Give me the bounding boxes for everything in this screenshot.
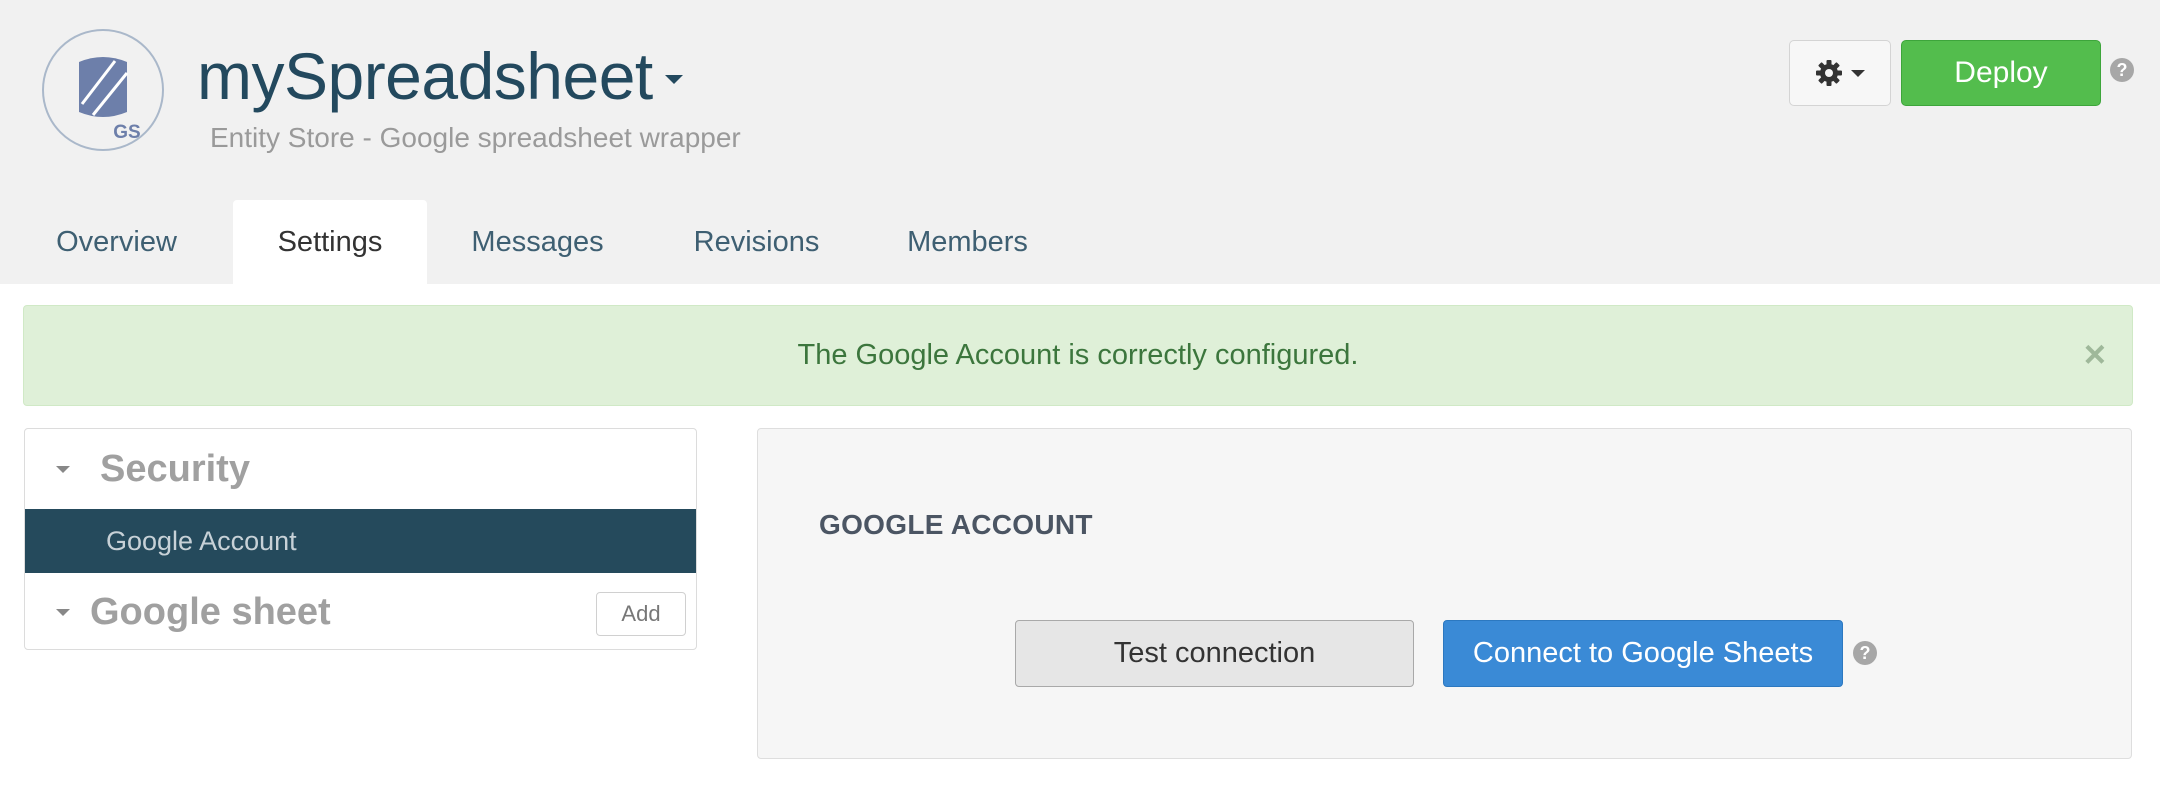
google-sheet-section-title: Google sheet — [90, 590, 331, 633]
tab-messages[interactable]: Messages — [427, 200, 648, 284]
caret-down-icon — [1851, 69, 1865, 77]
caret-down-icon — [664, 74, 683, 84]
sidebar-item-google-account[interactable]: Google Account — [25, 509, 696, 573]
settings-sidebar: Security Google Account Google sheet Add — [24, 428, 697, 650]
tab-settings[interactable]: Settings — [233, 200, 427, 284]
database-icon: GS — [42, 29, 164, 151]
tab-bar: Overview Settings Messages Revisions Mem… — [0, 200, 1070, 284]
logo-text: GS — [113, 122, 140, 143]
sidebar-item-label: Google Account — [106, 525, 297, 556]
caret-down-icon — [56, 608, 70, 616]
security-section-title: Security — [100, 447, 250, 490]
deploy-button[interactable]: Deploy — [1901, 40, 2101, 106]
tab-overview[interactable]: Overview — [0, 200, 233, 284]
app-title-dropdown[interactable]: mySpreadsheet — [197, 36, 683, 116]
tab-members[interactable]: Members — [865, 200, 1070, 284]
close-icon[interactable]: × — [2084, 336, 2106, 374]
tab-revisions[interactable]: Revisions — [648, 200, 865, 284]
app-subtitle: Entity Store - Google spreadsheet wrappe… — [210, 122, 741, 153]
help-icon[interactable]: ? — [1853, 641, 1877, 665]
alert-message: The Google Account is correctly configur… — [797, 339, 1359, 371]
caret-down-icon — [56, 465, 70, 473]
connect-google-sheets-button[interactable]: Connect to Google Sheets — [1443, 620, 1843, 687]
app-header: GS mySpreadsheet Entity Store - Google s… — [0, 0, 2160, 284]
panel-title: GOOGLE ACCOUNT — [819, 509, 1093, 540]
app-title: mySpreadsheet — [197, 39, 653, 113]
success-alert: The Google Account is correctly configur… — [23, 305, 2133, 406]
security-section-header[interactable]: Security — [25, 429, 696, 509]
gear-icon — [1816, 60, 1842, 86]
google-account-panel: GOOGLE ACCOUNT Test connection Connect t… — [757, 428, 2132, 759]
help-icon[interactable]: ? — [2110, 58, 2134, 82]
test-connection-button[interactable]: Test connection — [1015, 620, 1414, 687]
google-sheet-section-header[interactable]: Google sheet Add — [25, 573, 696, 651]
settings-dropdown-button[interactable] — [1789, 40, 1891, 106]
add-sheet-button[interactable]: Add — [596, 592, 686, 636]
